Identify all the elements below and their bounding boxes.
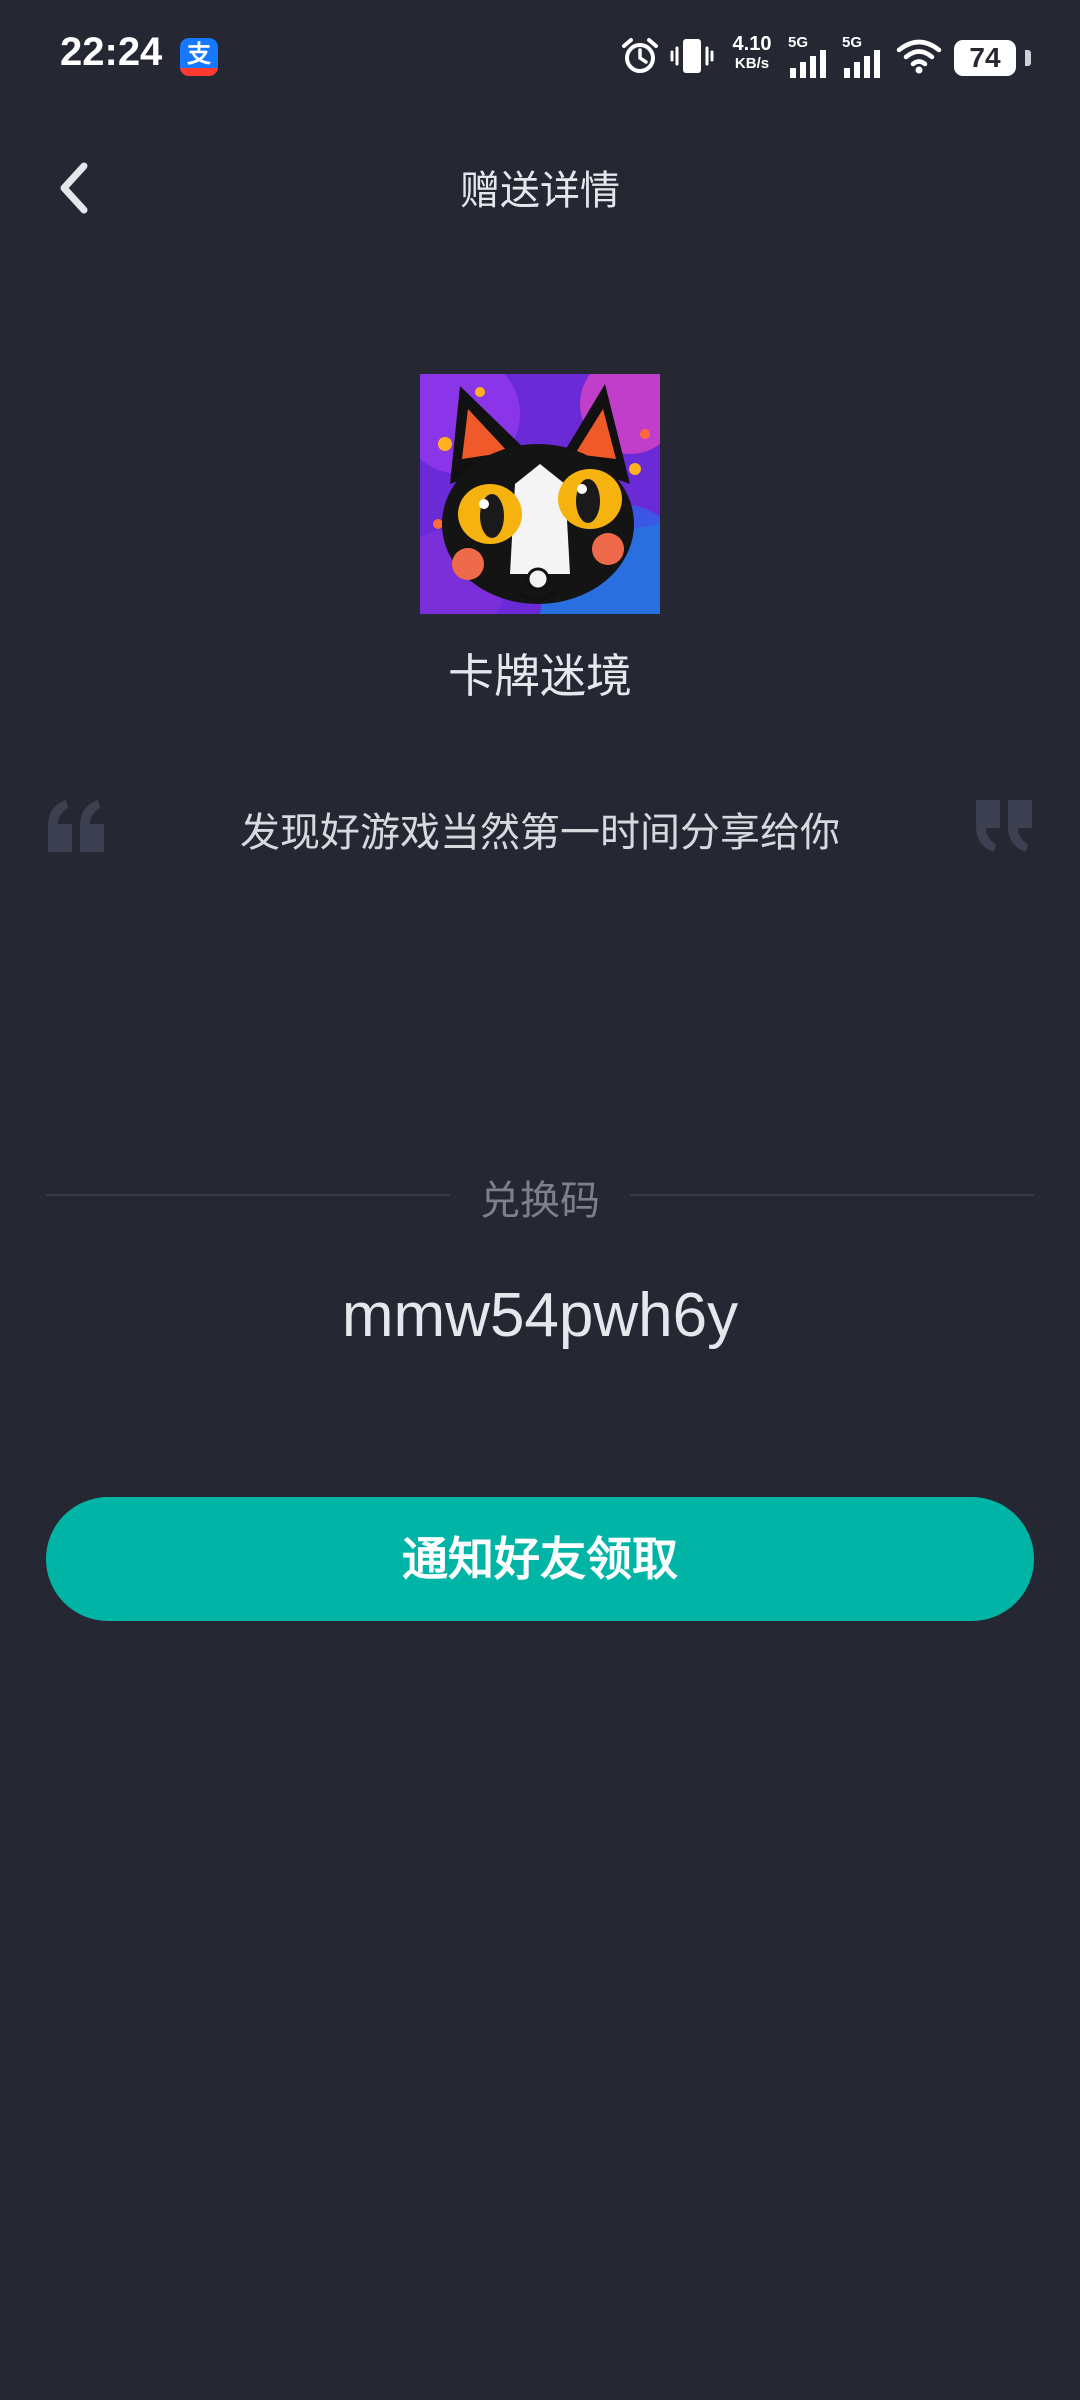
net-speed-unit: KB/s <box>734 55 770 72</box>
quote-close-icon <box>976 800 1032 852</box>
battery-level: 74 <box>954 40 1016 76</box>
gift-message: 发现好游戏当然第一时间分享给你 <box>240 810 840 856</box>
wifi-icon <box>896 39 942 74</box>
redeem-code-value[interactable]: mmw54pwh6y <box>0 1280 1080 1351</box>
game-cover-image <box>420 374 660 614</box>
signal-icon: 5G <box>842 34 886 78</box>
redeem-code-label: 兑换码 <box>480 1178 600 1224</box>
alarm-icon <box>622 38 658 73</box>
status-bar: 22:24 支 4.10 KB/s 5G 5G 74 <box>0 0 1080 116</box>
notify-friend-button[interactable]: 通知好友领取 <box>46 1497 1034 1621</box>
cat-artwork-icon <box>420 374 660 614</box>
status-icons: 4.10 KB/s 5G 5G 74 <box>620 30 1031 86</box>
net-speed: 4.10 KB/s <box>726 34 778 74</box>
nav-bar: 赠送详情 <box>0 130 1080 240</box>
page-title: 赠送详情 <box>460 168 620 214</box>
divider <box>46 1194 450 1196</box>
net-speed-value: 4.10 <box>732 33 772 55</box>
vibrate-icon <box>670 39 714 73</box>
divider <box>630 1194 1034 1196</box>
signal-icon: 5G <box>788 34 832 78</box>
battery-icon: 74 <box>954 40 1031 76</box>
game-name: 卡牌迷境 <box>448 649 632 703</box>
quote-open-icon <box>48 800 104 852</box>
status-time: 22:24 <box>60 30 163 74</box>
alipay-icon: 支 <box>180 38 218 76</box>
